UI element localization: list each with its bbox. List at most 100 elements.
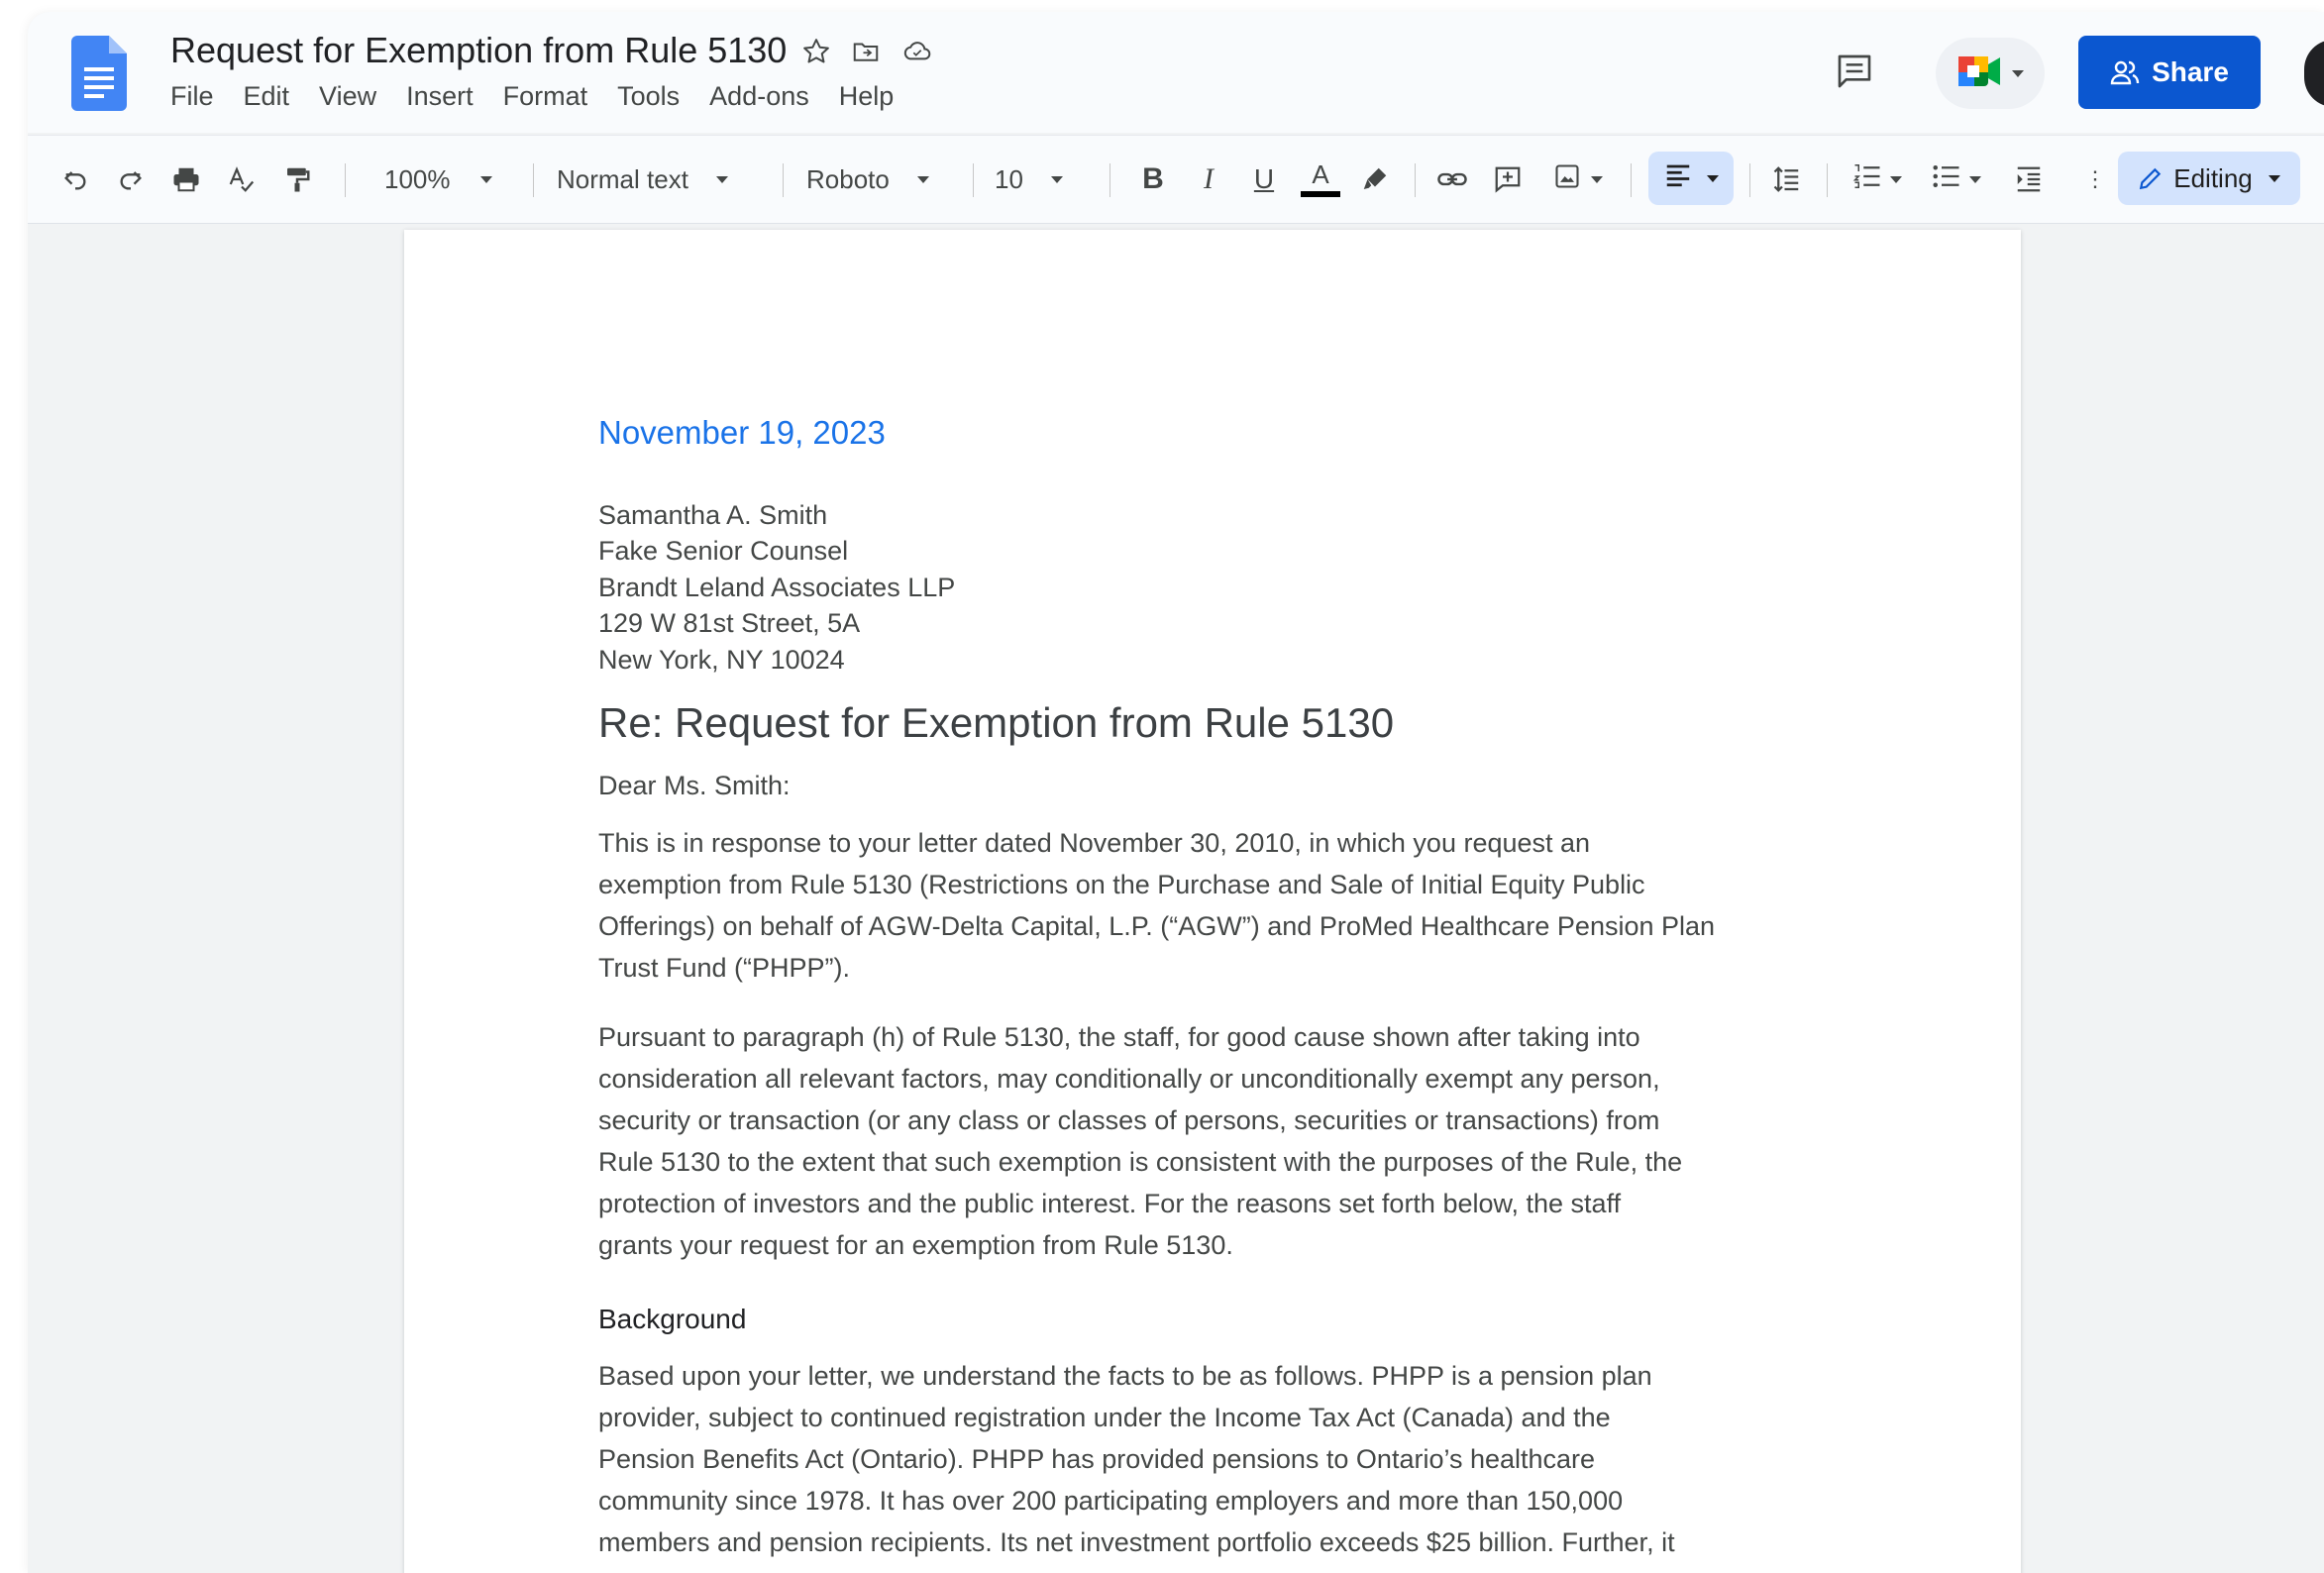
- menu-add-ons[interactable]: Add-ons: [709, 81, 809, 121]
- font-select[interactable]: Roboto: [806, 157, 965, 201]
- print-icon[interactable]: [166, 157, 206, 201]
- zoom-dropdown-caret: [479, 175, 492, 183]
- paragraph: Based upon your letter, we understand th…: [598, 1355, 1847, 1563]
- meet-dropdown-caret: [2012, 69, 2024, 77]
- editing-mode-caret: [2268, 174, 2280, 182]
- menu-format[interactable]: Format: [503, 81, 588, 121]
- zoom-value: 100%: [384, 163, 451, 194]
- cloud-status-icon[interactable]: [898, 32, 937, 71]
- menu-edit[interactable]: Edit: [244, 81, 290, 121]
- text-line: provider, subject to continued registrat…: [598, 1403, 1611, 1432]
- bold-icon[interactable]: B: [1133, 157, 1173, 201]
- bulleted-list-caret: [1969, 175, 1981, 183]
- link-icon[interactable]: [1432, 157, 1472, 201]
- share-label: Share: [2152, 56, 2229, 87]
- subject-heading: Re: Request for Exemption from Rule 5130: [598, 699, 1395, 746]
- text-line: Offerings) on behalf of AGW-Delta Capita…: [598, 911, 1716, 941]
- toolbar-divider: [1415, 163, 1416, 197]
- font-value: Roboto: [806, 163, 890, 194]
- address-line: Samantha A. Smith: [598, 500, 828, 530]
- insert-image-caret: [1591, 175, 1603, 183]
- numbered-list-button[interactable]: [1843, 157, 1912, 201]
- section-heading: Background: [598, 1304, 747, 1334]
- menu-file[interactable]: File: [170, 81, 214, 121]
- salutation: Dear Ms. Smith:: [598, 771, 791, 800]
- pencil-icon: [2138, 165, 2164, 191]
- font-size-value: 10: [995, 163, 1023, 194]
- menu-view[interactable]: View: [319, 81, 376, 121]
- title-bar: Request for Exemption from Rule 5130 Fil…: [28, 12, 2324, 133]
- toolbar: 100% Normal text Roboto 10 B I U A ⋮ Edi…: [28, 135, 2324, 224]
- editing-mode-button[interactable]: Editing: [2118, 152, 2300, 205]
- align-left-icon: [1663, 162, 1693, 195]
- text-line: Based upon your letter, we understand th…: [598, 1361, 1652, 1391]
- paragraph: This is in response to your letter dated…: [598, 822, 1847, 989]
- insert-image-button[interactable]: [1543, 157, 1613, 201]
- font-size-caret: [1050, 175, 1063, 183]
- text-line: Trust Fund (“PHPP”).: [598, 953, 851, 983]
- indent-icon[interactable]: [2009, 157, 2049, 201]
- editing-mode-label: Editing: [2173, 162, 2253, 193]
- undo-icon[interactable]: [55, 157, 95, 201]
- bulleted-list-icon: [1932, 162, 1961, 197]
- share-people-icon: [2110, 59, 2152, 85]
- star-icon[interactable]: [796, 32, 836, 71]
- toolbar-divider: [1631, 163, 1632, 197]
- insert-image-icon: [1553, 162, 1581, 197]
- meet-icon: [1956, 54, 2004, 93]
- underline-icon[interactable]: U: [1244, 157, 1284, 201]
- menu-help[interactable]: Help: [839, 81, 895, 121]
- line-spacing-icon[interactable]: [1767, 157, 1807, 201]
- font-size-select[interactable]: 10: [995, 157, 1104, 201]
- redo-icon[interactable]: [111, 157, 151, 201]
- text-line: Pension Benefits Act (Ontario). PHPP has…: [598, 1444, 1596, 1474]
- address-line: Fake Senior Counsel: [598, 536, 849, 567]
- address-line: 129 W 81st Street, 5A: [598, 608, 861, 639]
- numbered-list-caret: [1890, 175, 1902, 183]
- menu-insert[interactable]: Insert: [406, 81, 474, 121]
- toolbar-divider: [973, 163, 974, 197]
- menu-bar: File Edit View Insert Format Tools Add-o…: [170, 81, 923, 121]
- paragraph-style-select[interactable]: Normal text: [557, 157, 775, 201]
- recipient-address: Samantha A. Smith Fake Senior Counsel Br…: [598, 497, 1847, 678]
- share-button[interactable]: Share: [2078, 36, 2261, 109]
- avatar[interactable]: [2304, 40, 2324, 107]
- document-title[interactable]: Request for Exemption from Rule 5130: [170, 30, 787, 71]
- meet-button[interactable]: [1936, 38, 2045, 109]
- highlight-icon[interactable]: [1355, 157, 1395, 201]
- bulleted-list-button[interactable]: [1922, 157, 1991, 201]
- italic-icon[interactable]: I: [1189, 157, 1228, 201]
- toolbar-divider: [533, 163, 534, 197]
- move-folder-icon[interactable]: [846, 32, 886, 71]
- numbered-list-icon: [1852, 162, 1882, 197]
- docs-logo[interactable]: [71, 36, 127, 111]
- text-line: consideration all relevant factors, may …: [598, 1064, 1660, 1094]
- paint-format-icon[interactable]: [277, 157, 317, 201]
- more-tools-icon[interactable]: ⋮: [2084, 157, 2106, 201]
- paragraph-style-caret: [715, 175, 728, 183]
- text-line: community since 1978. It has over 200 pa…: [598, 1486, 1624, 1516]
- text-line: Pursuant to paragraph (h) of Rule 5130, …: [598, 1022, 1640, 1052]
- add-comment-icon[interactable]: [1488, 157, 1528, 201]
- toolbar-divider: [345, 163, 346, 197]
- paragraph: Pursuant to paragraph (h) of Rule 5130, …: [598, 1016, 1847, 1266]
- zoom-select[interactable]: 100%: [384, 157, 513, 201]
- text-color-icon[interactable]: A: [1298, 157, 1343, 201]
- spellcheck-icon[interactable]: [222, 157, 262, 201]
- text-line: This is in response to your letter dated…: [598, 828, 1591, 858]
- docs-window: Request for Exemption from Rule 5130 Fil…: [28, 12, 2324, 1573]
- menu-tools[interactable]: Tools: [617, 81, 680, 121]
- toolbar-divider: [1109, 163, 1110, 197]
- text-line: Rule 5130 to the extent that such exempt…: [598, 1147, 1683, 1177]
- toolbar-divider: [1827, 163, 1828, 197]
- text-line: grants your request for an exemption fro…: [598, 1230, 1233, 1260]
- address-line: Brandt Leland Associates LLP: [598, 572, 956, 602]
- comment-history-icon: [1834, 52, 1875, 96]
- document-page[interactable]: November 19, 2023 Samantha A. Smith Fake…: [404, 230, 2021, 1573]
- align-caret: [1707, 174, 1719, 182]
- comment-history-button[interactable]: [1827, 46, 1882, 101]
- font-dropdown-caret: [916, 175, 929, 183]
- text-line: security or transaction (or any class or…: [598, 1105, 1660, 1135]
- toolbar-divider: [783, 163, 784, 197]
- align-left-button[interactable]: [1648, 152, 1734, 205]
